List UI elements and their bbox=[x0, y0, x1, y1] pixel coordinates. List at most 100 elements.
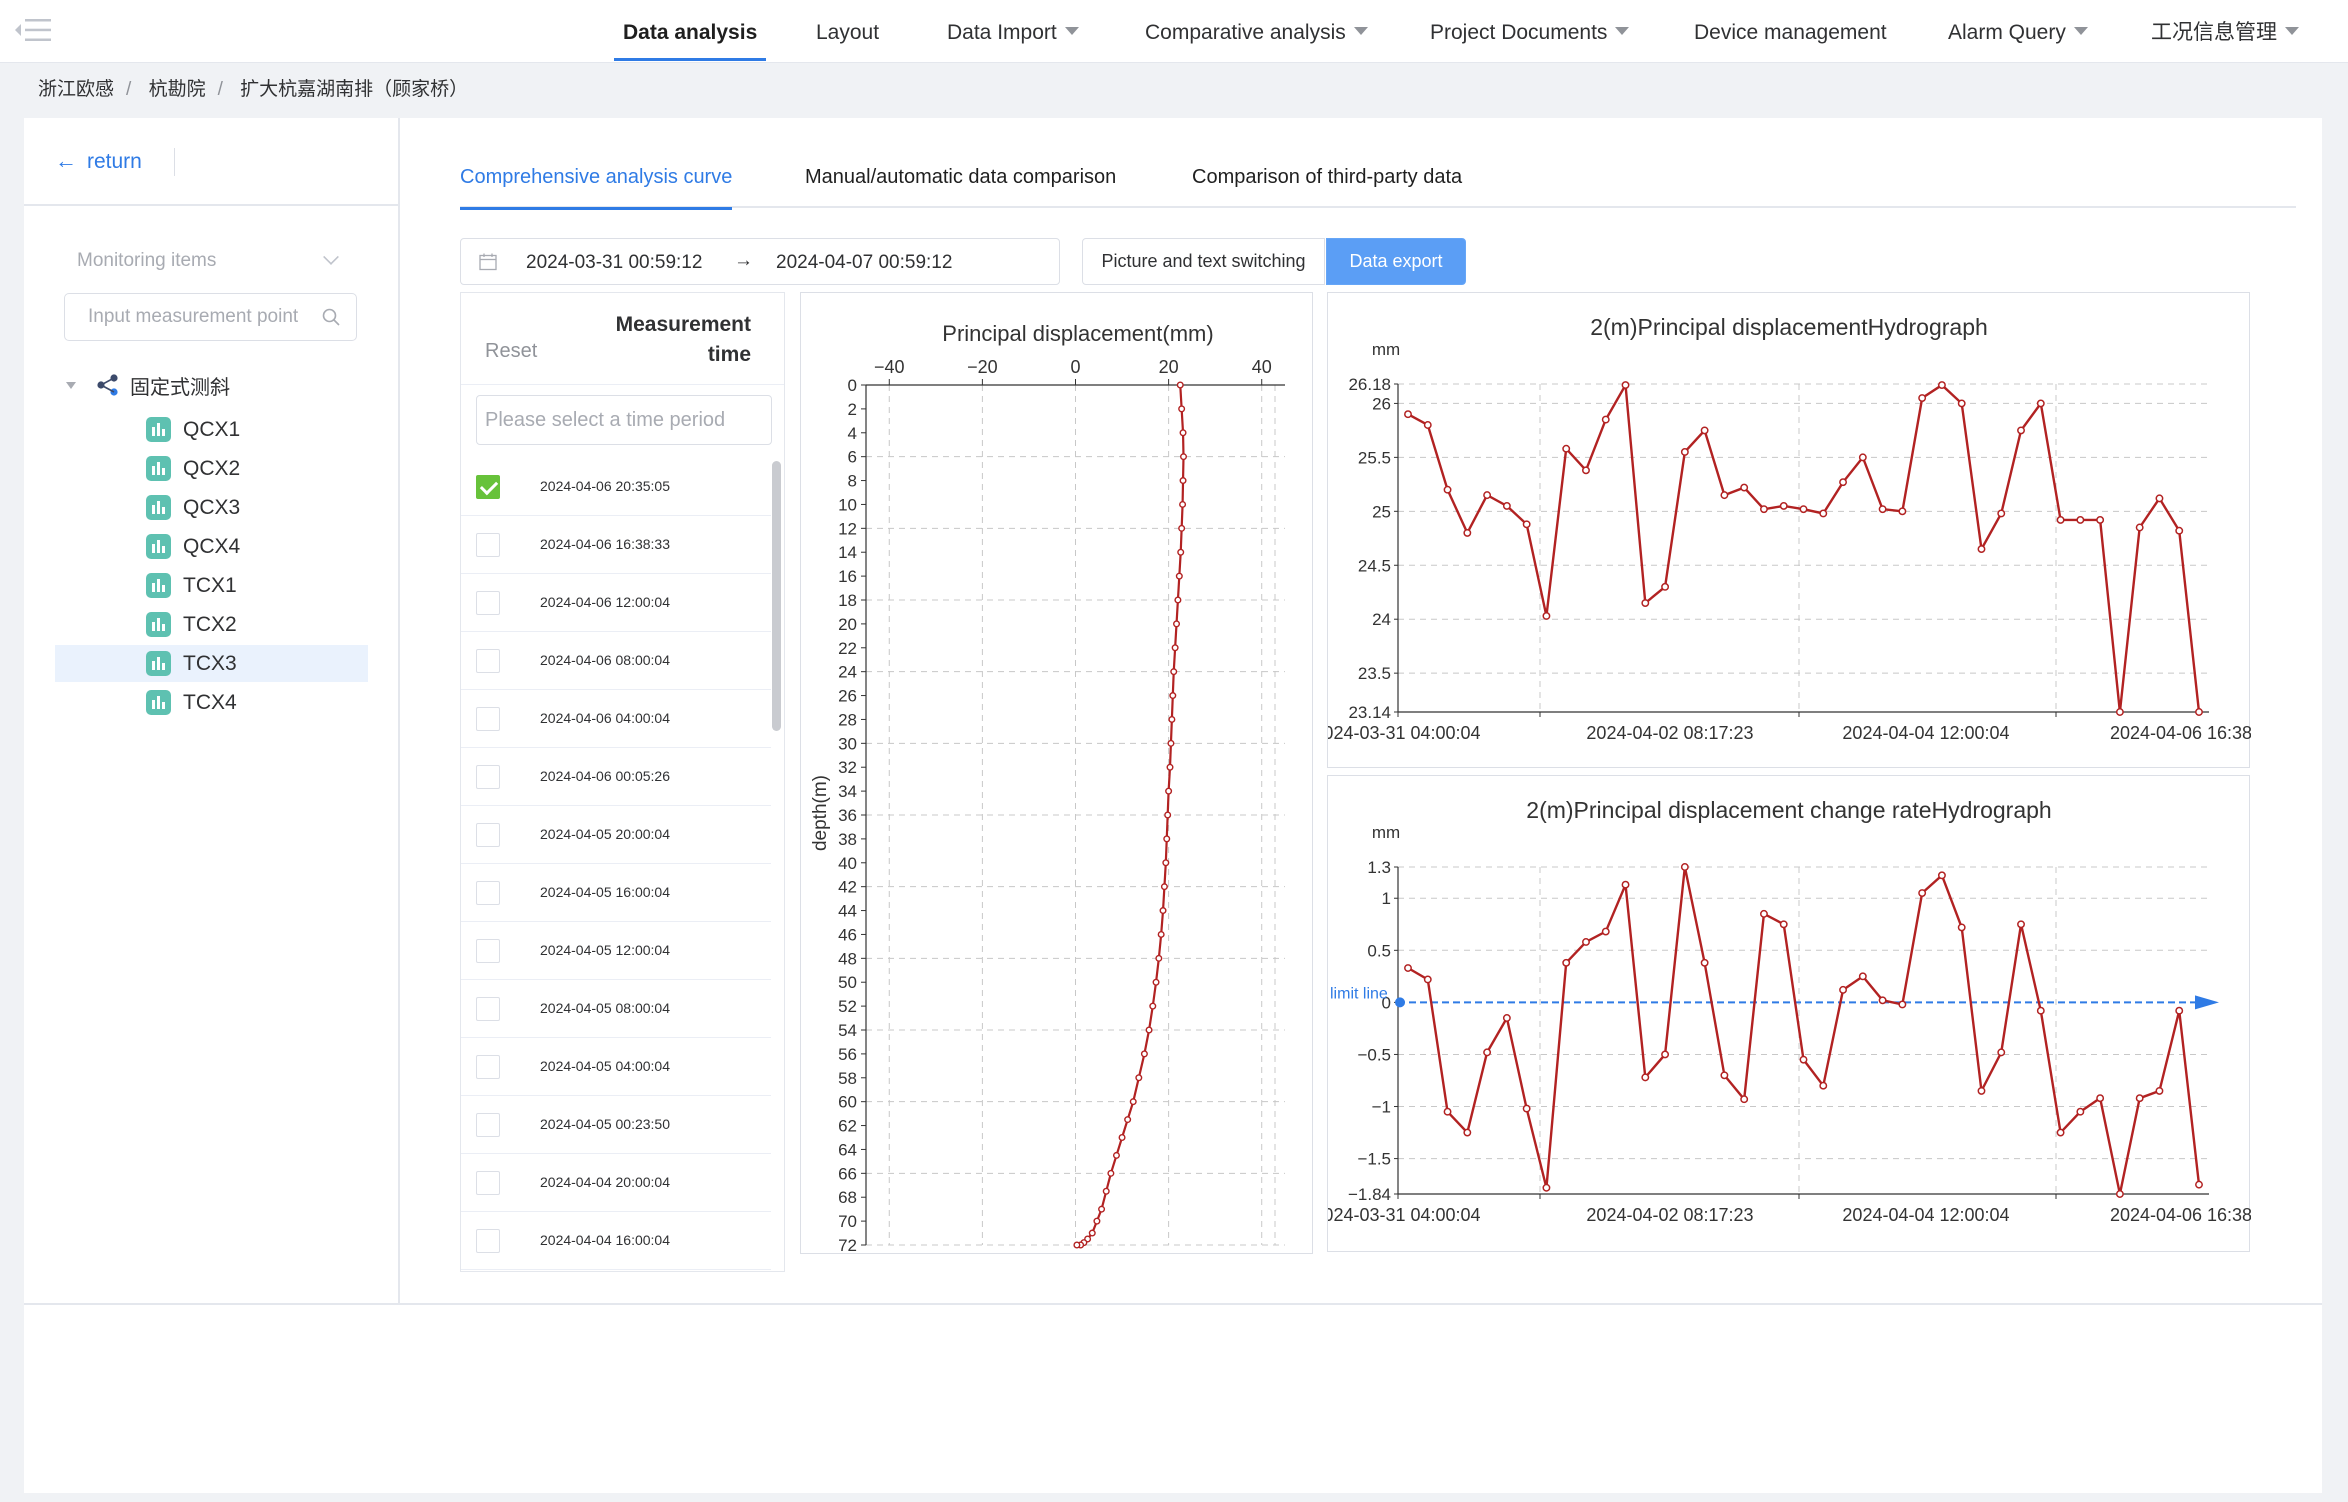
nav-data-import[interactable]: Data Import bbox=[947, 0, 1079, 61]
nav-data-analysis[interactable]: Data analysis bbox=[613, 0, 767, 61]
time-row[interactable]: 2024-04-05 20:00:04 bbox=[461, 806, 771, 864]
y-tick-label: 1 bbox=[1382, 889, 1391, 908]
time-row[interactable]: 2024-04-06 12:00:04 bbox=[461, 574, 771, 632]
data-point bbox=[1135, 1074, 1143, 1082]
tree-item-qcx4[interactable]: QCX4 bbox=[55, 528, 368, 565]
tree-root[interactable]: 固定式测斜 bbox=[66, 368, 230, 402]
row-checkbox[interactable] bbox=[476, 475, 500, 499]
chart-point-icon bbox=[146, 417, 171, 442]
tab-third-party-comparison[interactable]: Comparison of third-party data bbox=[1192, 166, 1462, 208]
monitoring-items-select[interactable]: Monitoring items bbox=[64, 238, 354, 283]
data-point bbox=[2076, 515, 2085, 524]
row-checkbox[interactable] bbox=[476, 1055, 500, 1079]
data-point bbox=[2195, 1180, 2203, 1189]
y-tick-label: 26 bbox=[838, 687, 857, 706]
breadcrumb-item[interactable]: 浙江欧感 bbox=[38, 79, 114, 100]
row-checkbox[interactable] bbox=[476, 1171, 500, 1195]
row-checkbox[interactable] bbox=[476, 1113, 500, 1137]
time-row[interactable]: 2024-04-05 04:00:04 bbox=[461, 1038, 771, 1096]
measurement-time-value: 2024-04-04 20:00:04 bbox=[540, 1174, 670, 1190]
x-tick-label: 2024-03-31 04:00:04 bbox=[1328, 723, 1481, 743]
search-icon[interactable] bbox=[321, 307, 341, 327]
breadcrumb-item[interactable]: 杭勘院 bbox=[149, 79, 206, 100]
time-row[interactable]: 2024-04-05 08:00:04 bbox=[461, 980, 771, 1038]
nav-comparative-analysis[interactable]: Comparative analysis bbox=[1145, 0, 1368, 61]
data-point bbox=[1898, 1000, 1907, 1009]
x-tick-label: 0 bbox=[1070, 357, 1080, 377]
data-point bbox=[1957, 399, 1966, 408]
scrollbar[interactable] bbox=[772, 461, 781, 731]
tree-item-label: QCX3 bbox=[183, 495, 241, 519]
x-tick-label: 2024-04-04 12:00:04 bbox=[1842, 723, 2009, 743]
row-checkbox[interactable] bbox=[476, 823, 500, 847]
data-point bbox=[1483, 491, 1492, 500]
time-period-input[interactable] bbox=[476, 395, 772, 445]
tree-item-qcx3[interactable]: QCX3 bbox=[55, 489, 368, 526]
time-row[interactable]: 2024-04-06 08:00:04 bbox=[461, 632, 771, 690]
nav-layout[interactable]: Layout bbox=[816, 0, 879, 61]
tree-item-tcx3[interactable]: TCX3 bbox=[55, 645, 368, 682]
tree-item-tcx2[interactable]: TCX2 bbox=[55, 606, 368, 643]
time-row[interactable]: 2024-04-04 20:00:04 bbox=[461, 1154, 771, 1212]
data-point bbox=[1157, 930, 1165, 938]
tree-item-tcx1[interactable]: TCX1 bbox=[55, 567, 368, 604]
tree-item-tcx4[interactable]: TCX4 bbox=[55, 684, 368, 721]
y-tick-label: −0.5 bbox=[1357, 1045, 1391, 1064]
row-checkbox[interactable] bbox=[476, 591, 500, 615]
caret-down-icon bbox=[1064, 27, 1079, 36]
nav-working-condition[interactable]: 工况信息管理 bbox=[2151, 0, 2299, 61]
tree-item-qcx1[interactable]: QCX1 bbox=[55, 411, 368, 448]
nav-alarm-query[interactable]: Alarm Query bbox=[1948, 0, 2088, 61]
nav-device-management[interactable]: Device management bbox=[1694, 0, 1887, 61]
y-tick-label: 25.5 bbox=[1358, 448, 1391, 467]
row-checkbox[interactable] bbox=[476, 649, 500, 673]
data-point bbox=[1174, 596, 1182, 604]
time-row[interactable]: 2024-04-06 04:00:04 bbox=[461, 690, 771, 748]
row-checkbox[interactable] bbox=[476, 1229, 500, 1253]
menu-toggle-icon[interactable] bbox=[13, 16, 53, 44]
time-row[interactable]: 2024-04-05 00:23:50 bbox=[461, 1096, 771, 1154]
row-checkbox[interactable] bbox=[476, 881, 500, 905]
nav-project-documents[interactable]: Project Documents bbox=[1430, 0, 1630, 61]
y-tick-label: 0.5 bbox=[1367, 941, 1391, 960]
tree-item-qcx2[interactable]: QCX2 bbox=[55, 450, 368, 487]
data-point bbox=[1093, 1217, 1101, 1225]
row-checkbox[interactable] bbox=[476, 533, 500, 557]
data-point bbox=[1542, 612, 1551, 620]
data-point bbox=[1601, 927, 1610, 936]
time-row[interactable]: 2024-04-06 16:38:33 bbox=[461, 516, 771, 574]
time-row[interactable]: 2024-04-05 16:00:04 bbox=[461, 864, 771, 922]
row-checkbox[interactable] bbox=[476, 997, 500, 1021]
end-date[interactable]: 2024-04-07 00:59:12 bbox=[776, 252, 952, 274]
tree-item-label: QCX1 bbox=[183, 417, 241, 441]
time-row[interactable]: 2024-04-04 16:00:04 bbox=[461, 1212, 771, 1270]
caret-down-icon[interactable] bbox=[66, 381, 76, 389]
row-checkbox[interactable] bbox=[476, 765, 500, 789]
data-point bbox=[1404, 410, 1412, 419]
tree-node-icon bbox=[97, 374, 118, 396]
data-point bbox=[1502, 1014, 1511, 1022]
date-range-picker[interactable]: 2024-03-31 00:59:12 → 2024-04-07 00:59:1… bbox=[460, 238, 1060, 285]
search-input[interactable] bbox=[65, 294, 305, 340]
row-checkbox[interactable] bbox=[476, 707, 500, 731]
data-point bbox=[1098, 1205, 1106, 1213]
return-button[interactable]: ← return bbox=[55, 148, 142, 174]
data-point bbox=[1160, 883, 1168, 891]
row-checkbox[interactable] bbox=[476, 939, 500, 963]
y-tick-label: 40 bbox=[838, 854, 857, 873]
picture-text-switch-button[interactable]: Picture and text switching bbox=[1082, 238, 1325, 285]
tab-comprehensive-analysis[interactable]: Comprehensive analysis curve bbox=[460, 166, 733, 210]
data-point bbox=[1463, 528, 1472, 537]
reset-button[interactable]: Reset bbox=[485, 340, 537, 363]
y-tick-label: 70 bbox=[838, 1212, 857, 1231]
time-row[interactable]: 2024-04-06 20:35:05 bbox=[461, 458, 771, 516]
tab-manual-auto-comparison[interactable]: Manual/automatic data comparison bbox=[805, 166, 1116, 208]
y-tick-label: 28 bbox=[838, 710, 857, 729]
data-point bbox=[1180, 453, 1188, 461]
y-tick-label: 46 bbox=[838, 925, 857, 944]
data-point bbox=[1169, 692, 1177, 700]
data-export-button[interactable]: Data export bbox=[1326, 238, 1466, 285]
time-row[interactable]: 2024-04-06 00:05:26 bbox=[461, 748, 771, 806]
start-date[interactable]: 2024-03-31 00:59:12 bbox=[526, 252, 702, 274]
time-row[interactable]: 2024-04-05 12:00:04 bbox=[461, 922, 771, 980]
